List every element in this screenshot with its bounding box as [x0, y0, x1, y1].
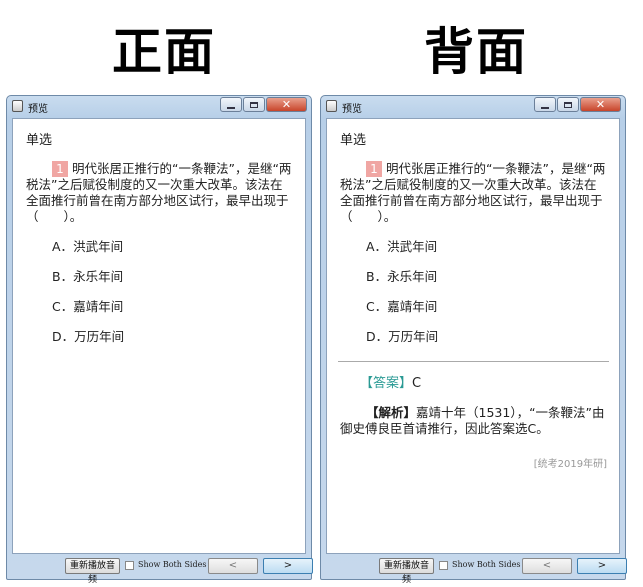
answer-line: 【答案】C: [340, 376, 607, 392]
title-bar[interactable]: 预览 ✕: [321, 96, 625, 117]
card-content-area: 单选 1 明代张居正推行的“一条鞭法”，是继“两税法”之后赋役制度的又一次重大改革…: [12, 118, 306, 554]
close-button[interactable]: ✕: [580, 97, 621, 112]
previous-button[interactable]: <: [522, 558, 572, 574]
maximize-icon: [564, 101, 572, 108]
app-icon: [12, 100, 23, 112]
question-number-badge: 1: [366, 161, 382, 177]
close-icon: ✕: [595, 98, 606, 111]
show-both-sides-checkbox[interactable]: [125, 561, 134, 570]
minimize-button[interactable]: [220, 97, 242, 112]
replay-audio-button[interactable]: 重新播放音频: [379, 558, 434, 585]
minimize-icon: [541, 106, 549, 109]
option-b: B．永乐年间: [26, 269, 293, 285]
answer-label: 【答案】: [360, 376, 413, 391]
option-letter: A．: [366, 239, 388, 254]
option-text: 洪武年间: [73, 239, 124, 254]
option-letter: C．: [52, 299, 74, 314]
option-c: C．嘉靖年间: [340, 299, 607, 315]
front-heading: 正面: [112, 22, 216, 81]
minimize-button[interactable]: [534, 97, 556, 112]
show-both-sides-checkbox[interactable]: [439, 561, 448, 570]
question-type: 单选: [26, 133, 53, 148]
question-stem: 1 明代张居正推行的“一条鞭法”，是继“两税法”之后赋役制度的又一次重大改革。该法…: [340, 161, 607, 225]
app-icon: [326, 100, 337, 112]
option-text: 永乐年间: [387, 269, 438, 284]
option-b: B．永乐年间: [340, 269, 607, 285]
option-c: C．嘉靖年间: [26, 299, 293, 315]
window-controls: ✕: [533, 97, 621, 112]
option-letter: D．: [366, 329, 389, 344]
question-source: [统考2019年研]: [533, 459, 607, 470]
next-button[interactable]: >: [263, 558, 313, 574]
window-title: 预览: [28, 104, 48, 115]
close-icon: ✕: [281, 98, 292, 111]
option-text: 嘉靖年间: [73, 299, 124, 314]
close-button[interactable]: ✕: [266, 97, 307, 112]
bottom-toolbar: 重新播放音频 Show Both Sides < >: [326, 556, 627, 585]
question-type: 单选: [340, 133, 367, 148]
analysis: 【解析】嘉靖十年（1531），“一条鞭法”由御史傅良臣首请推行，因此答案选C。: [340, 405, 607, 437]
option-letter: B．: [366, 269, 388, 284]
option-d: D．万历年间: [26, 329, 293, 345]
option-letter: D．: [52, 329, 75, 344]
previous-button[interactable]: <: [208, 558, 258, 574]
analysis-label: 【解析】: [366, 405, 417, 420]
show-both-sides-label[interactable]: Show Both Sides: [452, 560, 520, 569]
answer-value: C: [412, 376, 422, 391]
bottom-toolbar: 重新播放音频 Show Both Sides < >: [12, 556, 313, 585]
minimize-icon: [227, 106, 235, 109]
option-letter: C．: [366, 299, 388, 314]
title-bar[interactable]: 预览 ✕: [7, 96, 311, 117]
maximize-button[interactable]: [243, 97, 265, 112]
option-text: 万历年间: [388, 329, 439, 344]
window-title: 预览: [342, 104, 362, 115]
preview-window-front: 预览 ✕ 单选 1 明代张居正推行的“一条鞭法”，是继“两税法”之后赋役制度的又一…: [6, 95, 313, 585]
option-letter: B．: [52, 269, 74, 284]
window-controls: ✕: [219, 97, 307, 112]
option-text: 万历年间: [74, 329, 125, 344]
back-heading: 背面: [424, 22, 528, 81]
option-text: 嘉靖年间: [387, 299, 438, 314]
replay-audio-button[interactable]: 重新播放音频: [65, 558, 120, 585]
option-text: 永乐年间: [73, 269, 124, 284]
answer-divider: [338, 361, 609, 362]
maximize-button[interactable]: [557, 97, 579, 112]
show-both-sides-label[interactable]: Show Both Sides: [138, 560, 206, 569]
question-number-badge: 1: [52, 161, 68, 177]
next-button[interactable]: >: [577, 558, 627, 574]
option-letter: A．: [52, 239, 74, 254]
card-content-area: 单选 1 明代张居正推行的“一条鞭法”，是继“两税法”之后赋役制度的又一次重大改革…: [326, 118, 620, 554]
maximize-icon: [250, 101, 258, 108]
option-a: A．洪武年间: [26, 239, 293, 255]
option-a: A．洪武年间: [340, 239, 607, 255]
option-text: 洪武年间: [387, 239, 438, 254]
option-d: D．万历年间: [340, 329, 607, 345]
question-stem: 1 明代张居正推行的“一条鞭法”，是继“两税法”之后赋役制度的又一次重大改革。该法…: [26, 161, 293, 225]
preview-window-back: 预览 ✕ 单选 1 明代张居正推行的“一条鞭法”，是继“两税法”之后赋役制度的又一…: [320, 95, 627, 585]
